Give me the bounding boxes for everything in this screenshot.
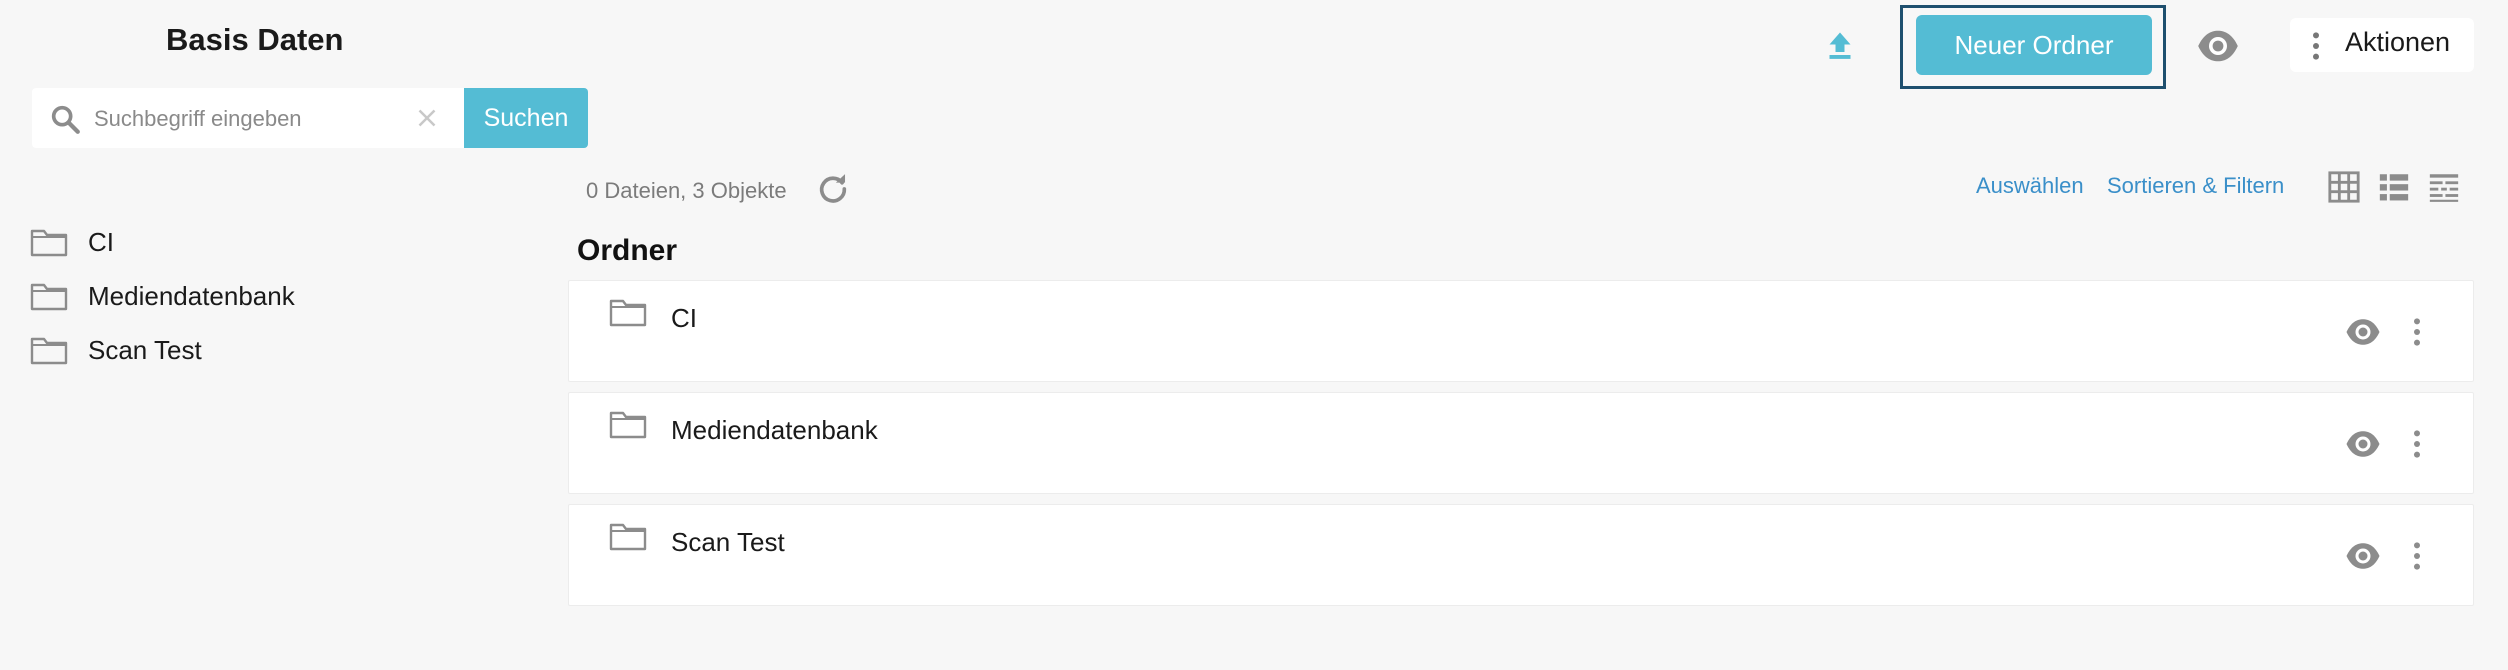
section-title: Ordner xyxy=(577,234,678,267)
folder-icon xyxy=(30,283,68,311)
search-input[interactable] xyxy=(92,96,396,142)
item-count: 0 Dateien, 3 Objekte xyxy=(586,178,787,203)
more-vertical-icon[interactable] xyxy=(2411,429,2423,459)
folder-icon xyxy=(609,411,647,439)
folder-row-ci[interactable]: CI xyxy=(568,280,2474,382)
eye-icon[interactable] xyxy=(2343,429,2383,459)
table-view-icon[interactable] xyxy=(2426,170,2462,204)
eye-icon[interactable] xyxy=(2343,317,2383,347)
folder-icon xyxy=(609,523,647,551)
folder-icon xyxy=(30,229,68,257)
more-vertical-icon xyxy=(2313,32,2319,60)
page-title: Basis Daten xyxy=(166,22,344,57)
sort-filter-link[interactable]: Sortieren & Filtern xyxy=(2107,173,2284,199)
upload-icon[interactable] xyxy=(1822,28,1858,64)
sidebar-item-mediendatenbank[interactable]: Mediendatenbank xyxy=(30,276,295,316)
list-view-icon[interactable] xyxy=(2376,170,2412,204)
sidebar-item-label: Scan Test xyxy=(88,334,202,365)
folder-label: Scan Test xyxy=(671,527,785,557)
more-vertical-icon[interactable] xyxy=(2411,317,2423,347)
sidebar-item-scan-test[interactable]: Scan Test xyxy=(30,330,202,370)
search-button[interactable]: Suchen xyxy=(464,88,588,148)
folder-row-mediendatenbank[interactable]: Mediendatenbank xyxy=(568,392,2474,494)
folder-icon xyxy=(609,299,647,327)
eye-icon[interactable] xyxy=(2343,541,2383,571)
actions-label: Aktionen xyxy=(2345,27,2451,57)
refresh-icon[interactable] xyxy=(816,172,850,206)
more-vertical-icon[interactable] xyxy=(2411,541,2423,571)
sidebar-item-label: CI xyxy=(88,226,114,257)
eye-icon[interactable] xyxy=(2196,28,2240,64)
grid-view-icon[interactable] xyxy=(2326,170,2362,204)
select-link[interactable]: Auswählen xyxy=(1976,173,2084,199)
folder-row-scan-test[interactable]: Scan Test xyxy=(568,504,2474,606)
new-folder-button[interactable]: Neuer Ordner xyxy=(1916,15,2152,75)
clear-search-icon[interactable] xyxy=(412,103,442,133)
folder-label: CI xyxy=(671,303,697,333)
sidebar-item-label: Mediendatenbank xyxy=(88,280,295,311)
folder-icon xyxy=(30,337,68,365)
sidebar-item-ci[interactable]: CI xyxy=(30,222,114,262)
search-icon xyxy=(51,105,80,134)
folder-label: Mediendatenbank xyxy=(671,415,878,445)
